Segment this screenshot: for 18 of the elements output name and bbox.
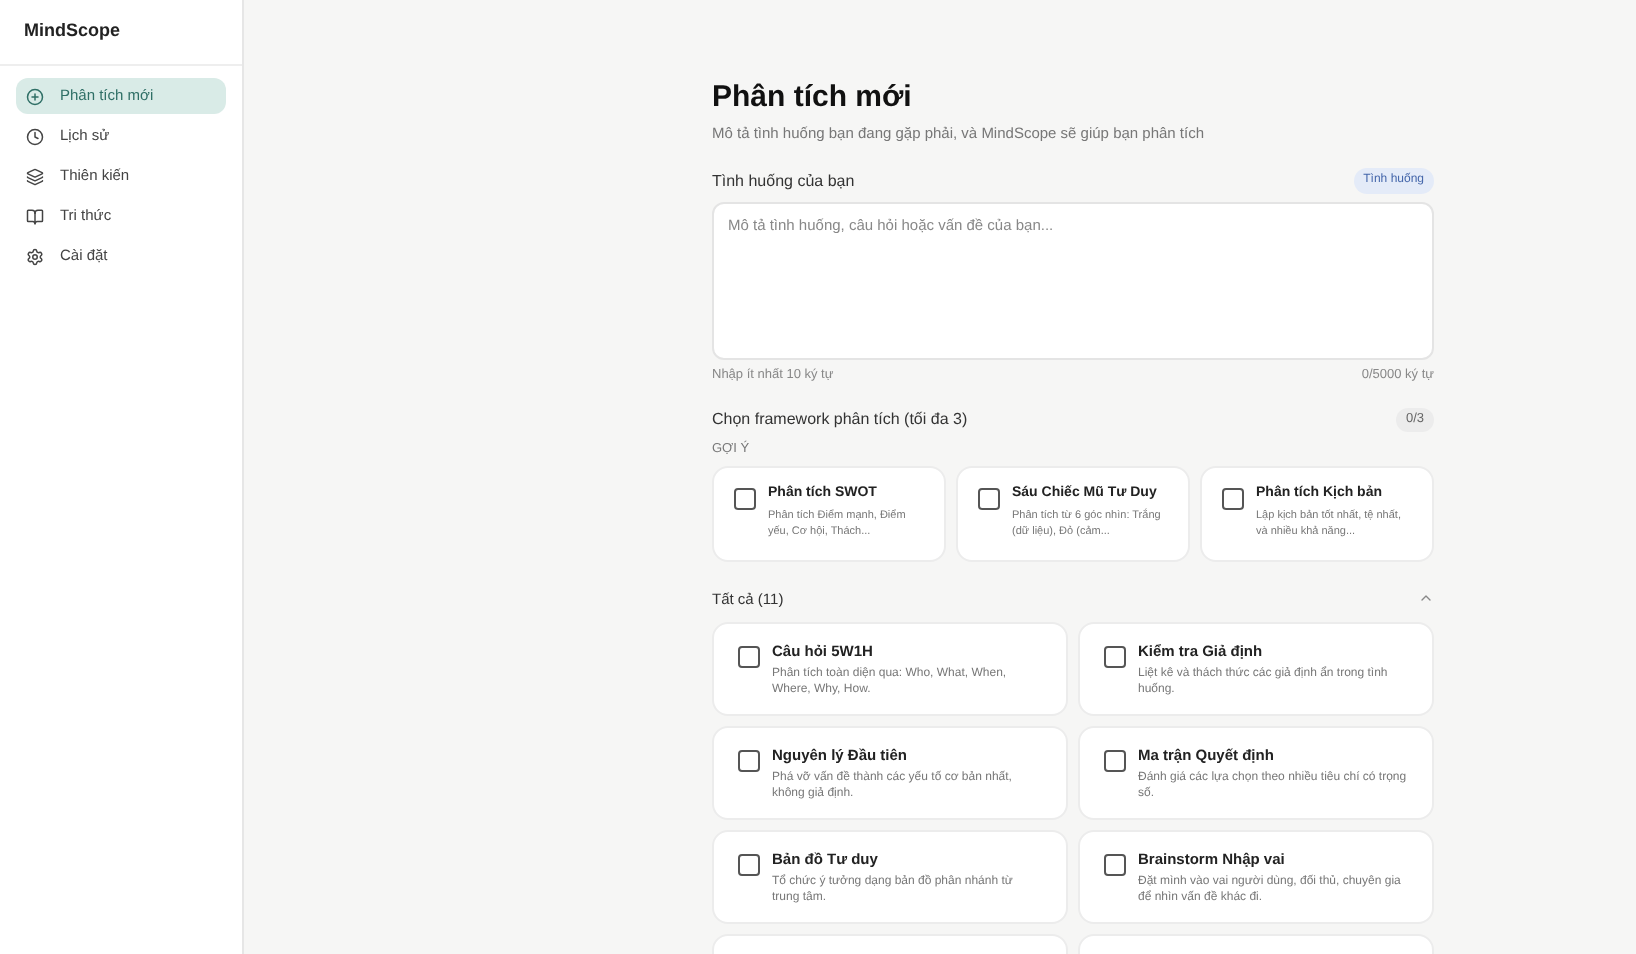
situation-label: Tình huống của bạn — [712, 169, 855, 194]
book-icon — [26, 207, 44, 225]
checkbox[interactable] — [1222, 487, 1244, 510]
checkbox[interactable] — [1104, 750, 1126, 772]
checkbox[interactable] — [978, 487, 1000, 510]
page-title: Phân tích mới — [712, 80, 914, 116]
checkbox[interactable] — [738, 646, 760, 668]
brand-name: MindScope — [24, 18, 121, 45]
framework-label: Chọn framework phân tích (tối đa 3) — [712, 408, 968, 432]
checkbox[interactable] — [1104, 854, 1126, 876]
gear-icon — [26, 247, 44, 265]
checkbox[interactable] — [1104, 646, 1126, 668]
clock-icon — [26, 127, 44, 145]
checkbox[interactable] — [738, 854, 760, 876]
layers-icon — [26, 167, 44, 185]
checkbox[interactable] — [738, 750, 760, 772]
checkbox[interactable] — [734, 487, 756, 510]
plus-circle-icon — [26, 87, 44, 105]
